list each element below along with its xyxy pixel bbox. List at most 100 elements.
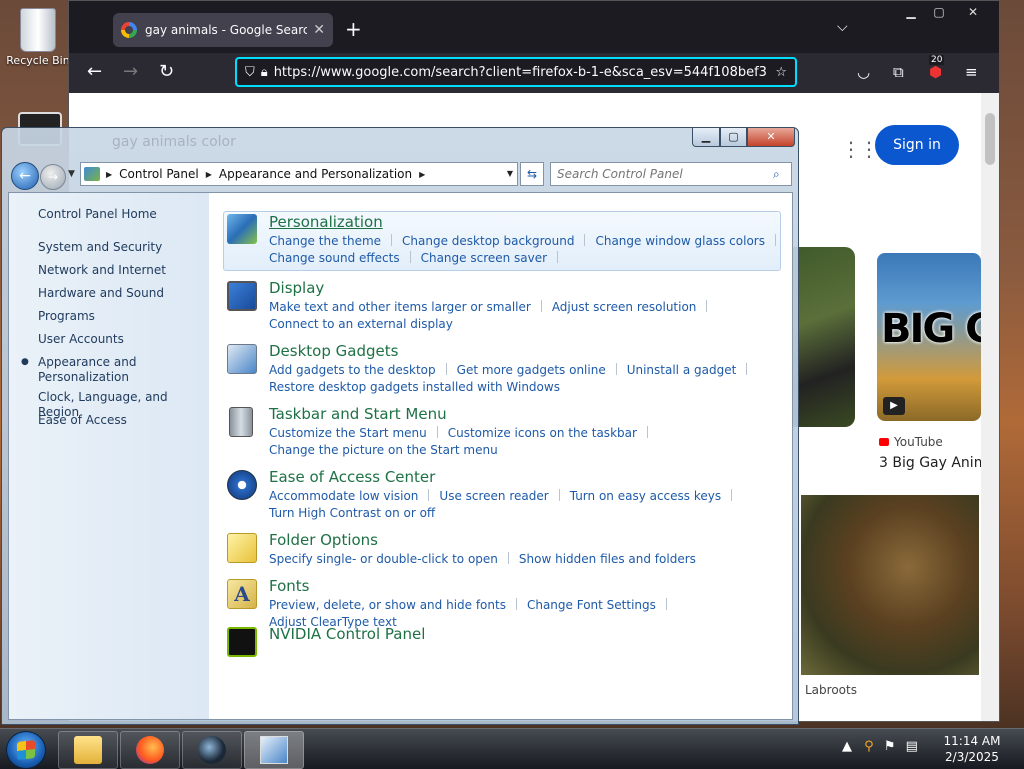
extensions-icon[interactable]: ⧉ [893, 63, 904, 81]
category-title[interactable]: Personalization [269, 213, 383, 231]
address-bar[interactable]: ▶ Control Panel ▶ Appearance and Persona… [80, 162, 518, 186]
close-tab-icon[interactable]: ✕ [313, 22, 325, 38]
link-show-hidden-files[interactable]: Show hidden files and folders [519, 552, 696, 566]
link-change-screen-saver[interactable]: Change screen saver [421, 251, 548, 265]
link-connect-external-display[interactable]: Connect to an external display [269, 317, 453, 331]
breadcrumb-appearance[interactable]: Appearance and Personalization [219, 167, 412, 181]
address-dropdown-icon[interactable]: ▼ [507, 169, 513, 178]
link-accommodate-low-vision[interactable]: Accommodate low vision [269, 489, 418, 503]
breadcrumb-control-panel[interactable]: Control Panel [119, 167, 199, 181]
back-icon[interactable]: ← [87, 61, 102, 82]
link-add-gadgets[interactable]: Add gadgets to the desktop [269, 363, 436, 377]
taskbar-control-panel[interactable] [244, 731, 304, 769]
minimize-button[interactable]: ▁ [692, 128, 720, 147]
link-uninstall-gadget[interactable]: Uninstall a gadget [627, 363, 737, 377]
play-icon: ▶ [883, 397, 905, 415]
browser-tab[interactable]: gay animals - Google Search ✕ [113, 13, 333, 47]
link-get-more-gadgets[interactable]: Get more gadgets online [457, 363, 606, 377]
image-caption[interactable]: Labroots [805, 683, 857, 697]
link-customize-start-menu[interactable]: Customize the Start menu [269, 426, 427, 440]
link-customize-taskbar-icons[interactable]: Customize icons on the taskbar [448, 426, 637, 440]
taskbar-steam[interactable] [182, 731, 242, 769]
category-title[interactable]: Display [269, 279, 324, 297]
forward-icon[interactable]: → [123, 61, 138, 82]
nav-hardware-and-sound[interactable]: Hardware and Sound [38, 286, 164, 301]
link-use-screen-reader[interactable]: Use screen reader [439, 489, 548, 503]
link-change-font-settings[interactable]: Change Font Settings [527, 598, 656, 612]
link-easy-access-keys[interactable]: Turn on easy access keys [570, 489, 721, 503]
recent-pages-icon[interactable]: ▼ [68, 169, 75, 179]
search-icon[interactable]: ⌕ [773, 167, 791, 182]
category-fonts: A Fonts Preview, delete, or show and hid… [223, 575, 783, 629]
gadgets-icon [227, 344, 257, 374]
control-panel-home-link[interactable]: Control Panel Home [38, 207, 157, 222]
category-title[interactable]: Folder Options [269, 531, 378, 549]
breadcrumb-separator-icon[interactable]: ▶ [206, 170, 212, 179]
firefox-maximize-button[interactable]: ▢ [925, 3, 953, 21]
link-restore-gadgets[interactable]: Restore desktop gadgets installed with W… [269, 380, 560, 394]
recycle-bin[interactable]: Recycle Bin [6, 6, 70, 67]
nav-ease-of-access[interactable]: Ease of Access [38, 413, 127, 428]
new-tab-icon[interactable]: + [345, 17, 362, 41]
category-title[interactable]: Taskbar and Start Menu [269, 405, 447, 423]
pocket-icon[interactable]: ◡ [857, 63, 870, 81]
maximize-button[interactable]: ▢ [720, 128, 747, 147]
breadcrumb-separator-icon[interactable]: ▶ [419, 170, 425, 179]
category-title[interactable]: NVIDIA Control Panel [269, 625, 425, 643]
sign-in-button[interactable]: Sign in [875, 125, 959, 165]
link-high-contrast[interactable]: Turn High Contrast on or off [269, 506, 435, 520]
link-change-start-picture[interactable]: Change the picture on the Start menu [269, 443, 498, 457]
video-result-thumbnail[interactable]: BIG GA MAMMA ▶ [877, 253, 981, 421]
search-tray-icon[interactable]: ⚲ [864, 739, 874, 754]
taskbar-firefox[interactable] [120, 731, 180, 769]
link-change-sound-effects[interactable]: Change sound effects [269, 251, 400, 265]
notification-area: ▲ ⚲ ⚑ ▤ [842, 739, 918, 754]
url-bar[interactable]: ⛉ 🔒︎ https://www.google.com/search?clien… [235, 57, 797, 87]
nav-system-and-security[interactable]: System and Security [38, 240, 162, 255]
link-make-text-larger[interactable]: Make text and other items larger or smal… [269, 300, 531, 314]
reload-icon[interactable]: ↻ [159, 61, 174, 82]
link-single-double-click[interactable]: Specify single- or double-click to open [269, 552, 498, 566]
menu-icon[interactable]: ≡ [965, 63, 978, 81]
category-title[interactable]: Desktop Gadgets [269, 342, 398, 360]
firefox-close-button[interactable]: ✕ [959, 3, 987, 21]
close-button[interactable]: ✕ [747, 128, 795, 147]
firefox-minimize-button[interactable]: ▁ [897, 3, 925, 21]
back-button[interactable]: ← [11, 162, 39, 190]
nav-network-and-internet[interactable]: Network and Internet [38, 263, 166, 278]
start-button[interactable] [6, 731, 46, 769]
bookmark-star-icon[interactable]: ☆ [775, 65, 787, 80]
recycle-bin-icon [20, 8, 56, 52]
nav-user-accounts[interactable]: User Accounts [38, 332, 124, 347]
result-title[interactable]: 3 Big Gay Anim [879, 455, 987, 471]
breadcrumb-separator-icon[interactable]: ▶ [106, 170, 112, 179]
link-preview-fonts[interactable]: Preview, delete, or show and hide fonts [269, 598, 506, 612]
clock[interactable]: 11:14 AM 2/3/2025 [932, 733, 1012, 765]
show-hidden-icons-icon[interactable]: ▲ [842, 739, 852, 754]
category-desktop-gadgets: Desktop Gadgets Add gadgets to the deskt… [223, 340, 783, 396]
category-title[interactable]: Fonts [269, 577, 309, 595]
tracking-shield-icon[interactable]: ⛉ [245, 65, 255, 80]
firefox-icon [136, 736, 164, 764]
scrollbar-thumb[interactable] [985, 113, 995, 165]
google-favicon-icon [121, 22, 137, 38]
ublock-icon[interactable]: ⬢ [929, 63, 942, 81]
link-adjust-screen-resolution[interactable]: Adjust screen resolution [552, 300, 697, 314]
page-scrollbar[interactable] [981, 93, 999, 721]
url-text[interactable]: https://www.google.com/search?client=fir… [274, 65, 768, 80]
forward-button[interactable]: → [40, 164, 66, 190]
network-icon[interactable]: ▤ [906, 739, 918, 754]
refresh-button[interactable]: ⇆ [520, 162, 544, 186]
lion-image-thumbnail[interactable] [801, 495, 979, 675]
link-change-desktop-background[interactable]: Change desktop background [402, 234, 574, 248]
category-title[interactable]: Ease of Access Center [269, 468, 435, 486]
list-tabs-chevron-icon[interactable]: ⌵ [837, 19, 848, 35]
taskbar-explorer[interactable] [58, 731, 118, 769]
link-change-window-glass-colors[interactable]: Change window glass colors [595, 234, 765, 248]
search-input[interactable] [551, 166, 773, 182]
search-box[interactable]: ⌕ [550, 162, 792, 186]
link-change-theme[interactable]: Change the theme [269, 234, 381, 248]
nav-programs[interactable]: Programs [38, 309, 95, 324]
action-center-flag-icon[interactable]: ⚑ [884, 739, 896, 754]
lock-icon[interactable]: 🔒︎ [261, 65, 268, 80]
